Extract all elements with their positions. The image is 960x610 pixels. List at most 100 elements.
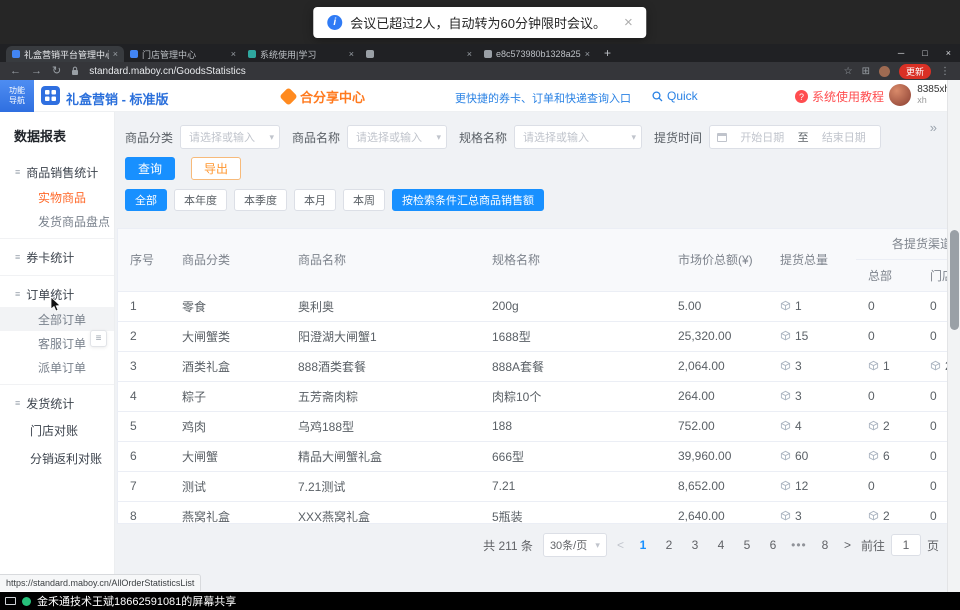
package-icon [780, 330, 791, 344]
window-maximize-button[interactable]: □ [913, 48, 936, 58]
cell-store: 0 [918, 441, 947, 471]
goto-page-input[interactable] [891, 534, 921, 556]
quick-tab-2[interactable]: 本季度 [234, 189, 287, 211]
export-button[interactable]: 导出 [191, 157, 241, 180]
browser-tab-3[interactable]: × [360, 46, 478, 62]
sidebar-item-11[interactable]: ≡发货统计 [0, 390, 114, 416]
sidebar-item-2[interactable]: 发货商品盘点 [0, 209, 114, 233]
sidebar-item-1[interactable]: 实物商品 [0, 185, 114, 209]
window-minimize-button[interactable]: ─ [889, 48, 913, 58]
cell-hq-value: 1 [883, 359, 890, 373]
quick-tab-1[interactable]: 本年度 [174, 189, 227, 211]
pager-page-4[interactable]: 4 [712, 538, 730, 552]
scrollbar-thumb[interactable] [950, 230, 959, 330]
pager-prev-icon[interactable]: < [617, 538, 624, 552]
quick-tab-4[interactable]: 本周 [343, 189, 385, 211]
sidebar-item-0[interactable]: ≡商品销售统计 [0, 159, 114, 185]
tab-close-icon[interactable]: × [349, 49, 354, 59]
table-row: 5鸡肉乌鸡188型188752.00420 [118, 411, 947, 441]
cell-store: 0 [918, 291, 947, 321]
menu-lines-icon: ≡ [15, 252, 20, 262]
sidebar: 数据报表 ≡商品销售统计实物商品发货商品盘点≡券卡统计≡订单统计全部订单客服订单… [0, 112, 115, 592]
cell-name: 精品大闸蟹礼盒 [286, 441, 480, 471]
collapse-chevrons-icon[interactable]: » [930, 120, 937, 135]
package-icon [868, 510, 879, 524]
pager-page-6[interactable]: 6 [764, 538, 782, 552]
url-text[interactable]: standard.maboy.cn/GoodsStatistics [89, 66, 246, 77]
browser-tab-4[interactable]: e8c573980b1328a258fd2e6l × [478, 46, 596, 62]
sidebar-collapse-handle[interactable]: ≡ [90, 330, 107, 347]
name-select[interactable]: 请选择或输入 ▾ [347, 125, 447, 149]
cell-store-value: 0 [930, 329, 937, 343]
kebab-menu-icon[interactable]: ⋮ [940, 66, 950, 77]
quick-tab-3[interactable]: 本月 [294, 189, 336, 211]
chevron-down-icon: ▾ [269, 132, 274, 143]
user-names: 8385xh xh [917, 84, 950, 106]
col-header-pickup-total: 提货总量 [768, 229, 856, 291]
browser-profile-avatar[interactable] [879, 66, 890, 77]
browser-tab-1[interactable]: 门店管理中心× [124, 46, 242, 62]
spec-select[interactable]: 请选择或输入 ▾ [514, 125, 642, 149]
cell-category: 大闸蟹 [170, 441, 286, 471]
cell-hq: 0 [856, 381, 918, 411]
browser-tab-2[interactable]: 系统使用|学习× [242, 46, 360, 62]
pager-page-8[interactable]: 8 [816, 538, 834, 552]
pager-next-icon[interactable]: > [844, 538, 851, 552]
cell-store: 0 [918, 411, 947, 441]
back-icon[interactable]: ← [10, 66, 21, 77]
sidebar-item-4[interactable]: ≡券卡统计 [0, 244, 114, 270]
browser-update-button[interactable]: 更新 [899, 64, 931, 79]
window-close-button[interactable]: × [937, 48, 960, 58]
tab-close-icon[interactable]: × [231, 49, 236, 59]
pager-ellipsis: ••• [790, 538, 808, 552]
tab-close-icon[interactable]: × [113, 49, 118, 59]
quick-entry-tip[interactable]: 更快捷的券卡、订单和快递查询入口 [455, 90, 631, 106]
quick-tab-5[interactable]: 按检索条件汇总商品销售额 [392, 189, 544, 211]
tutorial-link[interactable]: ? 系统使用教程 [795, 88, 884, 105]
sidebar-item-9[interactable]: 派单订单 [0, 355, 114, 379]
pager-page-3[interactable]: 3 [686, 538, 704, 552]
pager-goto: 前往 页 [861, 534, 939, 556]
reload-icon[interactable]: ↻ [52, 66, 61, 77]
user-menu[interactable]: 8385xh xh [889, 84, 950, 106]
sidebar-item-label: 客服订单 [38, 335, 86, 352]
tab-title: 礼盒营销平台管理中心 [24, 48, 109, 61]
quick-tab-0[interactable]: 全部 [125, 189, 167, 211]
forward-icon[interactable]: → [31, 66, 42, 77]
sidebar-item-13[interactable]: 分销返利对账 [0, 444, 114, 472]
pager-page-5[interactable]: 5 [738, 538, 756, 552]
sidebar-item-12[interactable]: 门店对账 [0, 416, 114, 444]
category-select[interactable]: 请选择或输入 ▾ [180, 125, 280, 149]
tab-close-icon[interactable]: × [585, 49, 590, 59]
select-placeholder: 请选择或输入 [189, 129, 255, 145]
browser-tab-0[interactable]: 礼盒营销平台管理中心 × [6, 46, 124, 62]
function-nav-badge[interactable]: 功能 导航 [0, 80, 34, 112]
date-range-picker[interactable]: 开始日期 至 结束日期 [709, 125, 881, 149]
tab-close-icon[interactable]: × [467, 49, 472, 59]
pager-page-2[interactable]: 2 [660, 538, 678, 552]
toolbar-right-icons: ☆ ⊞ 更新 ⋮ [844, 64, 950, 79]
page-size-select[interactable]: 30条/页 ▾ [543, 533, 607, 557]
browser-toolbar: ← → ↻ standard.maboy.cn/GoodsStatistics … [0, 62, 960, 80]
extensions-icon[interactable]: ⊞ [862, 66, 870, 77]
cell-pickup-total-value: 3 [795, 389, 802, 403]
new-tab-button[interactable]: + [604, 46, 611, 60]
tab-title: e8c573980b1328a258fd2e6l [496, 49, 581, 59]
nav-badge-line1: 功能 [9, 86, 25, 96]
cell-pickup-total-value: 15 [795, 329, 808, 343]
cell-hq-value: 0 [868, 389, 875, 403]
table-row: 3酒类礼盒888酒类套餐888A套餐2,064.00312 [118, 351, 947, 381]
cell-index: 5 [118, 411, 170, 441]
sidebar-item-label: 门店对账 [30, 422, 78, 439]
pager-page-1[interactable]: 1 [634, 538, 652, 552]
table-body: 1零食奥利奥200g5.001002大闸蟹类阳澄湖大闸蟹11688型25,320… [118, 291, 947, 524]
cell-amount: 39,960.00 [666, 441, 768, 471]
close-icon[interactable]: × [624, 14, 633, 31]
bookmark-star-icon[interactable]: ☆ [844, 66, 853, 77]
query-button[interactable]: 查询 [125, 157, 175, 180]
quick-search[interactable]: Quick [652, 89, 698, 103]
cell-pickup-total: 60 [768, 441, 856, 471]
share-center-link[interactable]: 合分享中心 [282, 87, 365, 106]
cell-spec: 200g [480, 291, 666, 321]
meeting-top-strip: i 会议已超过2人，自动转为60分钟限时会议。 × [0, 0, 960, 44]
